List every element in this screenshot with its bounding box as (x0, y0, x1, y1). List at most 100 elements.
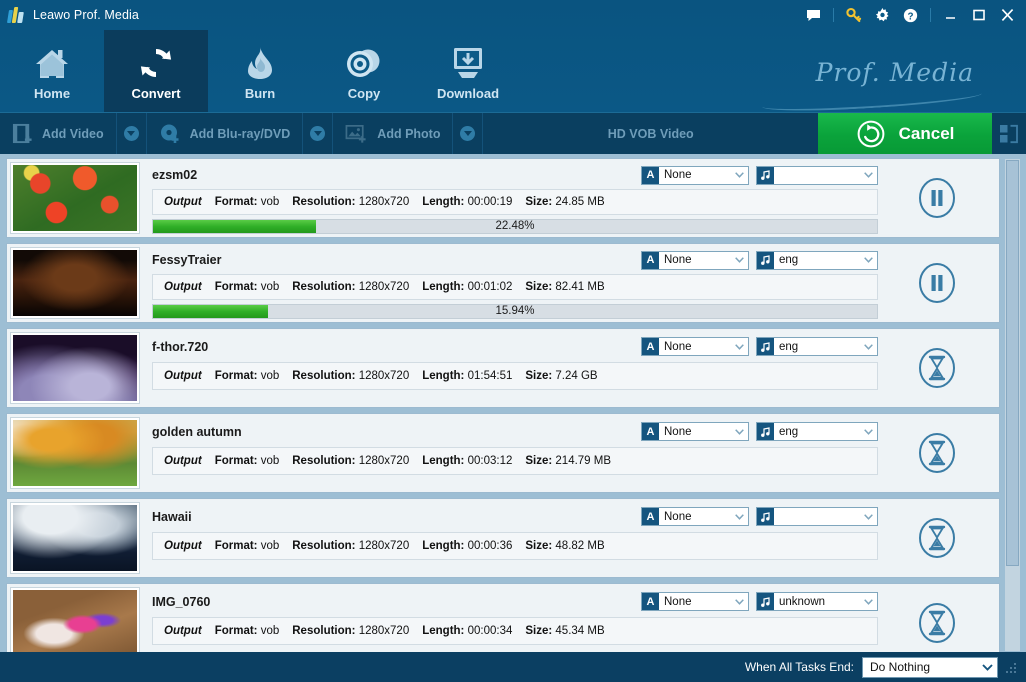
subtitle-select[interactable]: A None (641, 251, 749, 270)
length-value: 00:03:12 (468, 455, 513, 467)
size-value: 48.82 MB (555, 540, 604, 552)
output-format-label[interactable]: HD VOB Video (483, 113, 818, 154)
resolution-label: Resolution: (292, 281, 355, 293)
resolution-label: Resolution: (292, 370, 355, 382)
state-column (878, 502, 996, 574)
pause-icon[interactable] (915, 261, 959, 305)
format-value: vob (261, 370, 280, 382)
length-value: 00:01:02 (468, 281, 513, 293)
table-row[interactable]: Hawaii A None (6, 498, 1000, 578)
brand-wordmark: Prof. Media (816, 58, 974, 87)
progress-text: 22.48% (153, 220, 877, 233)
resize-grip[interactable] (1006, 661, 1018, 673)
file-title: f-thor.720 (152, 340, 208, 354)
nav-item-download[interactable]: Download (416, 30, 520, 112)
audio-select[interactable]: eng (756, 422, 878, 441)
subtitle-select[interactable]: A None (641, 337, 749, 356)
subtitle-select[interactable]: A None (641, 166, 749, 185)
help-icon[interactable]: ? (897, 3, 923, 27)
add-bluray-dvd-button[interactable]: Add Blu-ray/DVD (147, 113, 304, 154)
table-row[interactable]: golden autumn A None eng (6, 413, 1000, 493)
window-title: Leawo Prof. Media (33, 8, 139, 22)
minimize-button[interactable] (938, 3, 964, 27)
nav-item-convert[interactable]: Convert (104, 30, 208, 112)
subtitle-select[interactable]: A None (641, 592, 749, 611)
add-video-button[interactable]: Add Video (0, 113, 117, 154)
audio-select[interactable]: eng (756, 251, 878, 270)
progress-bar: 22.48% (152, 219, 878, 234)
cancel-button[interactable]: Cancel (818, 113, 992, 154)
format-label: Format: (215, 455, 258, 467)
size-label: Size: (525, 540, 552, 552)
status-bar: When All Tasks End: Do Nothing (0, 652, 1026, 682)
format-value: vob (261, 625, 280, 637)
format-label: Format: (215, 625, 258, 637)
hourglass-icon[interactable] (915, 516, 959, 560)
audio-select[interactable]: eng (756, 337, 878, 356)
resolution-value: 1280x720 (359, 370, 410, 382)
size-value: 45.34 MB (555, 625, 604, 637)
thumbnail (10, 162, 140, 234)
audio-select[interactable] (756, 166, 878, 185)
row-body: IMG_0760 A None unknown (140, 587, 878, 652)
table-row[interactable]: IMG_0760 A None unknown (6, 583, 1000, 652)
file-title: FessyTraier (152, 253, 222, 267)
hourglass-icon[interactable] (915, 431, 959, 475)
when-tasks-end-select[interactable]: Do Nothing (862, 657, 998, 678)
audio-select[interactable]: unknown (756, 592, 878, 611)
main-navigation: Home Convert Burn (0, 30, 1026, 112)
conversion-list: ezsm02 A None (6, 158, 1000, 652)
subtitle-select[interactable]: A None (641, 507, 749, 526)
resolution-label: Resolution: (292, 540, 355, 552)
feedback-icon[interactable] (800, 3, 826, 27)
table-row[interactable]: ezsm02 A None (6, 158, 1000, 238)
nav-item-copy[interactable]: Copy (312, 30, 416, 112)
action-toolbar: Add Video Add Blu-ray/DVD (0, 112, 1026, 154)
chevron-down-icon (730, 167, 748, 184)
control-divider-2 (930, 8, 931, 22)
subtitle-badge-icon: A (642, 508, 659, 525)
length-value: 00:00:36 (468, 540, 513, 552)
close-button[interactable] (994, 3, 1020, 27)
key-icon[interactable] (841, 3, 867, 27)
gear-icon[interactable] (869, 3, 895, 27)
state-column (878, 587, 996, 652)
audio-select[interactable] (756, 507, 878, 526)
thumbnail (10, 332, 140, 404)
disc-icon (344, 42, 384, 82)
subtitle-badge-icon: A (642, 593, 659, 610)
add-photo-button[interactable]: Add Photo (333, 113, 453, 154)
brand-area: Prof. Media (520, 30, 1026, 112)
list-scrollbar[interactable] (1004, 158, 1021, 652)
thumbnail-image-flowers (13, 165, 137, 231)
subtitle-value: None (659, 508, 730, 525)
format-value: vob (261, 455, 280, 467)
thumbnail-image-forest (13, 250, 137, 316)
subtitle-select[interactable]: A None (641, 422, 749, 441)
table-row[interactable]: f-thor.720 A None eng (6, 328, 1000, 408)
music-note-icon (757, 508, 774, 525)
nav-item-burn[interactable]: Burn (208, 30, 312, 112)
format-label: Format: (215, 281, 258, 293)
chevron-down-icon (859, 423, 877, 440)
length-label: Length: (422, 625, 464, 637)
thumbnail (10, 587, 140, 652)
resolution-label: Resolution: (292, 455, 355, 467)
nav-item-home[interactable]: Home (0, 30, 104, 112)
output-label: Output (164, 625, 202, 637)
add-photo-dropdown[interactable] (453, 113, 483, 154)
hourglass-icon[interactable] (915, 601, 959, 645)
application-window: Leawo Prof. Media (0, 0, 1026, 682)
pause-icon[interactable] (915, 176, 959, 220)
panel-layout-icon[interactable] (992, 113, 1026, 154)
add-video-dropdown[interactable] (117, 113, 147, 154)
table-row[interactable]: FessyTraier A None eng (6, 243, 1000, 323)
hourglass-icon[interactable] (915, 346, 959, 390)
size-label: Size: (525, 625, 552, 637)
size-value: 214.79 MB (555, 455, 611, 467)
length-label: Length: (422, 540, 464, 552)
scrollbar-thumb[interactable] (1006, 160, 1019, 566)
nav-label-home: Home (34, 86, 70, 101)
add-bluray-dvd-dropdown[interactable] (303, 113, 333, 154)
maximize-button[interactable] (966, 3, 992, 27)
